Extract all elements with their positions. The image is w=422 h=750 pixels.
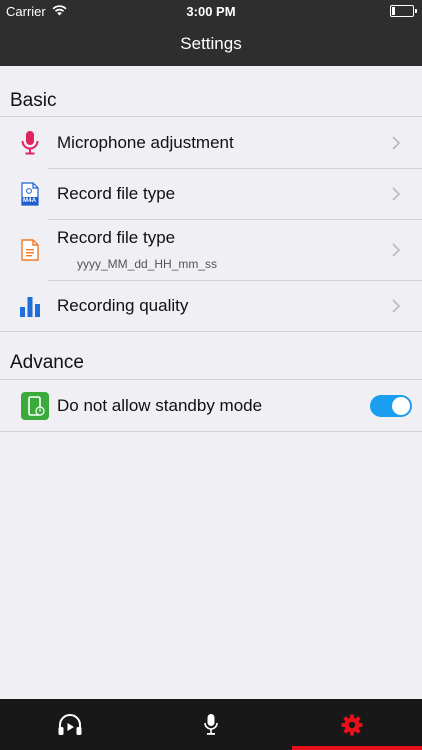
- tab-record[interactable]: [141, 699, 281, 750]
- section-header-advance: Advance: [10, 352, 84, 373]
- standby-mode-toggle[interactable]: [370, 394, 412, 417]
- bar-chart-icon: [19, 295, 41, 317]
- microphone-icon: [19, 130, 41, 154]
- row-label: Microphone adjustment: [57, 132, 234, 152]
- m4a-badge: M4A: [23, 197, 37, 204]
- basic-settings-group: Microphone adjustment M4A Record file ty…: [0, 116, 422, 332]
- document-icon: [19, 238, 41, 261]
- chevron-right-icon: [392, 135, 401, 150]
- chevron-right-icon: [392, 186, 401, 201]
- phone-standby-icon: [21, 391, 49, 420]
- section-header-basic: Basic: [10, 90, 57, 111]
- headphones-play-icon: [58, 713, 82, 735]
- recording-quality-row[interactable]: Recording quality: [0, 280, 422, 331]
- chevron-right-icon: [392, 242, 401, 257]
- tab-player[interactable]: [0, 699, 140, 750]
- row-sublabel: yyyy_MM_dd_HH_mm_ss: [77, 257, 218, 271]
- microphone-adjustment-row[interactable]: Microphone adjustment: [0, 117, 422, 168]
- advance-settings-group: Do not allow standby mode: [0, 379, 422, 432]
- page-title: Settings: [180, 34, 242, 53]
- record-file-name-row[interactable]: Record file type yyyy_MM_dd_HH_mm_ss: [0, 219, 422, 280]
- toggle-knob: [392, 396, 410, 415]
- record-file-type-row[interactable]: M4A Record file type: [0, 168, 422, 219]
- tab-settings[interactable]: [282, 699, 422, 750]
- gear-icon: [341, 714, 363, 735]
- tab-bar: [0, 699, 422, 750]
- status-time: 3:00 PM: [186, 4, 236, 19]
- microphone-tab-icon: [204, 713, 218, 735]
- row-label: Do not allow standby mode: [57, 395, 263, 415]
- row-label: Recording quality: [57, 295, 189, 315]
- nav-bar: Settings: [0, 22, 422, 66]
- standby-mode-row: Do not allow standby mode: [0, 380, 422, 431]
- row-label: Record file type: [57, 183, 176, 203]
- m4a-file-icon: M4A: [19, 181, 41, 206]
- status-bar: Carrier 3:00 PM: [0, 0, 422, 22]
- row-label: Record file type: [57, 228, 176, 247]
- chevron-right-icon: [392, 298, 401, 313]
- battery-icon: [390, 5, 417, 17]
- battery-level: [392, 7, 395, 15]
